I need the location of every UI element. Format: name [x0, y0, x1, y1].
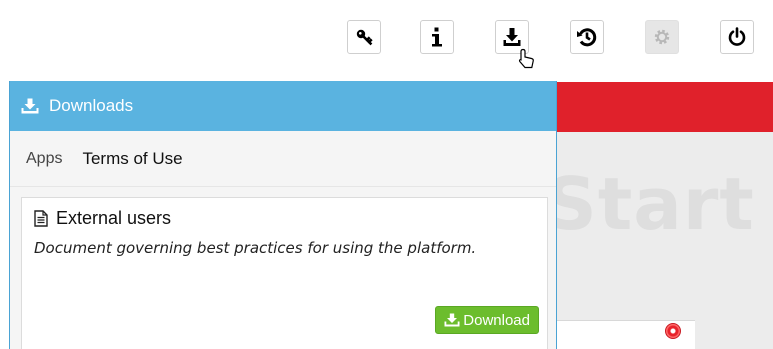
- page-banner: [555, 82, 773, 132]
- settings-button[interactable]: [645, 20, 679, 54]
- downloads-panel: Downloads Apps Terms of Use External use…: [9, 81, 557, 349]
- mouse-cursor-icon: [516, 48, 538, 74]
- tab-apps[interactable]: Apps: [26, 150, 62, 168]
- download-button-label: Download: [463, 311, 530, 329]
- history-icon: [576, 26, 598, 48]
- document-description: Document governing best practices for us…: [34, 239, 477, 257]
- download-icon: [21, 98, 39, 114]
- tab-terms-of-use[interactable]: Terms of Use: [82, 149, 182, 169]
- key-button[interactable]: [347, 20, 381, 54]
- download-icon: [444, 313, 460, 327]
- downloads-tabs: Apps Terms of Use: [10, 131, 556, 187]
- gear-icon: [653, 28, 671, 46]
- info-icon: [431, 27, 443, 47]
- key-icon: [355, 28, 373, 46]
- document-card: External users Document governing best p…: [21, 197, 548, 349]
- downloads-panel-header: Downloads: [10, 81, 556, 131]
- download-button[interactable]: Download: [435, 306, 539, 334]
- page-heading: Start: [545, 162, 755, 246]
- top-toolbar: [0, 0, 773, 80]
- history-button[interactable]: [570, 20, 604, 54]
- download-icon: [502, 27, 522, 47]
- info-button[interactable]: [420, 20, 454, 54]
- document-title: External users: [56, 208, 172, 228]
- document-icon: [34, 210, 48, 227]
- panel-title: Downloads: [49, 96, 134, 115]
- status-dot-icon: [665, 323, 681, 339]
- power-button[interactable]: [720, 20, 754, 54]
- document-title-row: External users: [34, 208, 535, 229]
- power-icon: [727, 27, 747, 47]
